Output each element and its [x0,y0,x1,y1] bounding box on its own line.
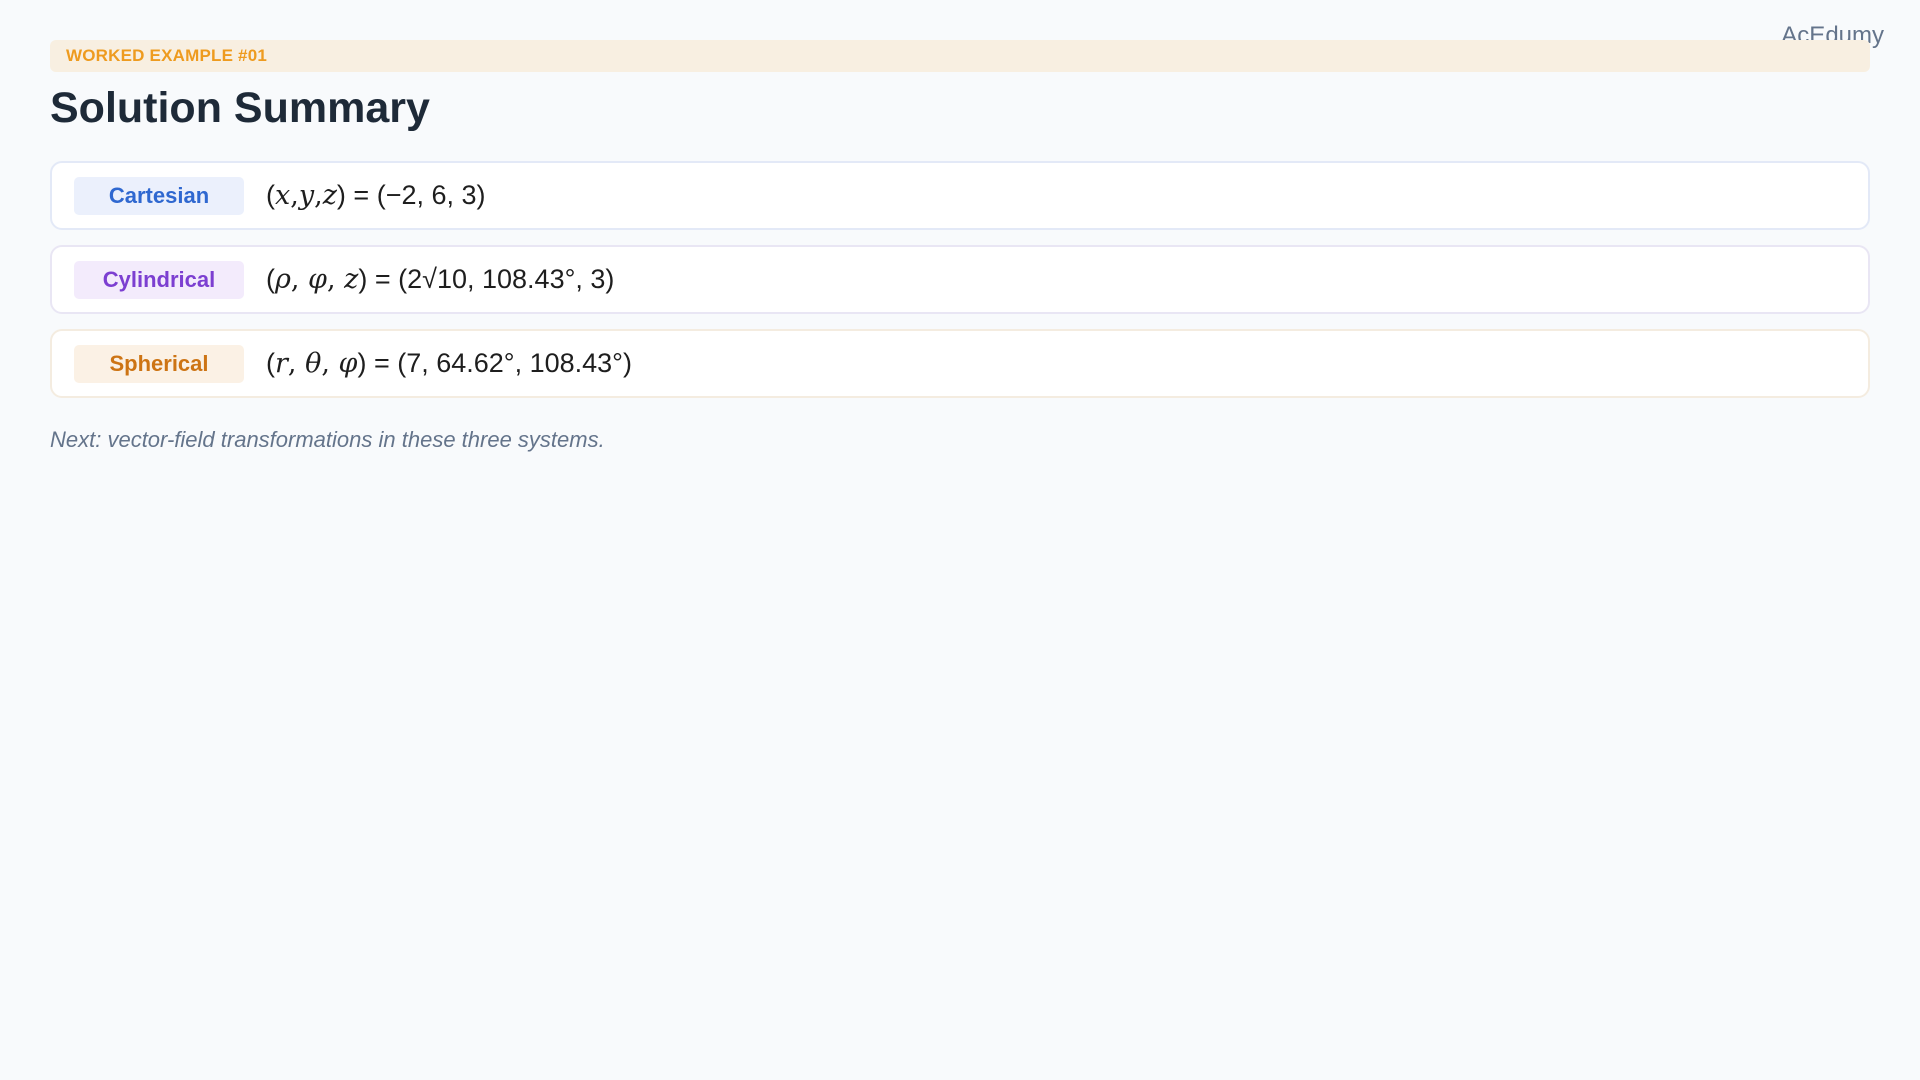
close-paren: ) [358,264,368,294]
cartesian-badge: Cartesian [74,176,244,215]
open-paren: ( [266,348,275,378]
separator: , [314,180,323,211]
close-paren: ) [336,180,346,210]
next-topic-note: Next: vector-field transformations in th… [50,427,605,452]
equals-sign: = [345,180,377,210]
variable-y: y [298,180,315,211]
cylindrical-row: Cylindrical (ρ, φ, z) = (2√10, 108.43°, … [50,245,1870,314]
variable-r: r [275,348,288,379]
worked-example-banner: WORKED EXAMPLE #01 [50,40,1870,72]
cartesian-row: Cartesian (x,y,z) = (−2, 6, 3) [50,161,1870,230]
spherical-row: Spherical (r, θ, φ) = (7, 64.62°, 108.43… [50,329,1870,398]
separator: , [290,180,299,211]
variable-phi: φ [338,348,358,379]
variable-z: z [344,264,359,295]
variable-rho: ρ [275,264,291,295]
cylindrical-badge: Cylindrical [74,260,244,299]
separator: , [321,348,339,379]
coordinate-summary-list: Cartesian (x,y,z) = (−2, 6, 3) Cylindric… [50,161,1870,413]
spherical-expression: (r, θ, φ) = (7, 64.62°, 108.43°) [266,348,632,379]
cartesian-expression: (x,y,z) = (−2, 6, 3) [266,180,486,211]
cylindrical-expression: (ρ, φ, z) = (2√10, 108.43°, 3) [266,264,614,295]
spherical-value: (7, 64.62°, 108.43°) [397,348,632,378]
variable-x: x [275,180,291,211]
separator: , [326,264,345,295]
separator: , [290,264,309,295]
page-title: Solution Summary [50,84,430,132]
variable-z: z [322,180,337,211]
equals-sign: = [367,264,399,294]
cartesian-value: (−2, 6, 3) [376,180,486,210]
spherical-badge: Spherical [74,344,244,383]
variable-phi: φ [308,264,327,295]
equals-sign: = [366,348,398,378]
open-paren: ( [266,264,275,294]
variable-theta: θ [305,348,322,379]
worked-example-label: WORKED EXAMPLE #01 [66,46,268,65]
separator: , [287,348,306,379]
open-paren: ( [266,180,275,210]
cylindrical-value: (2√10, 108.43°, 3) [398,264,615,294]
